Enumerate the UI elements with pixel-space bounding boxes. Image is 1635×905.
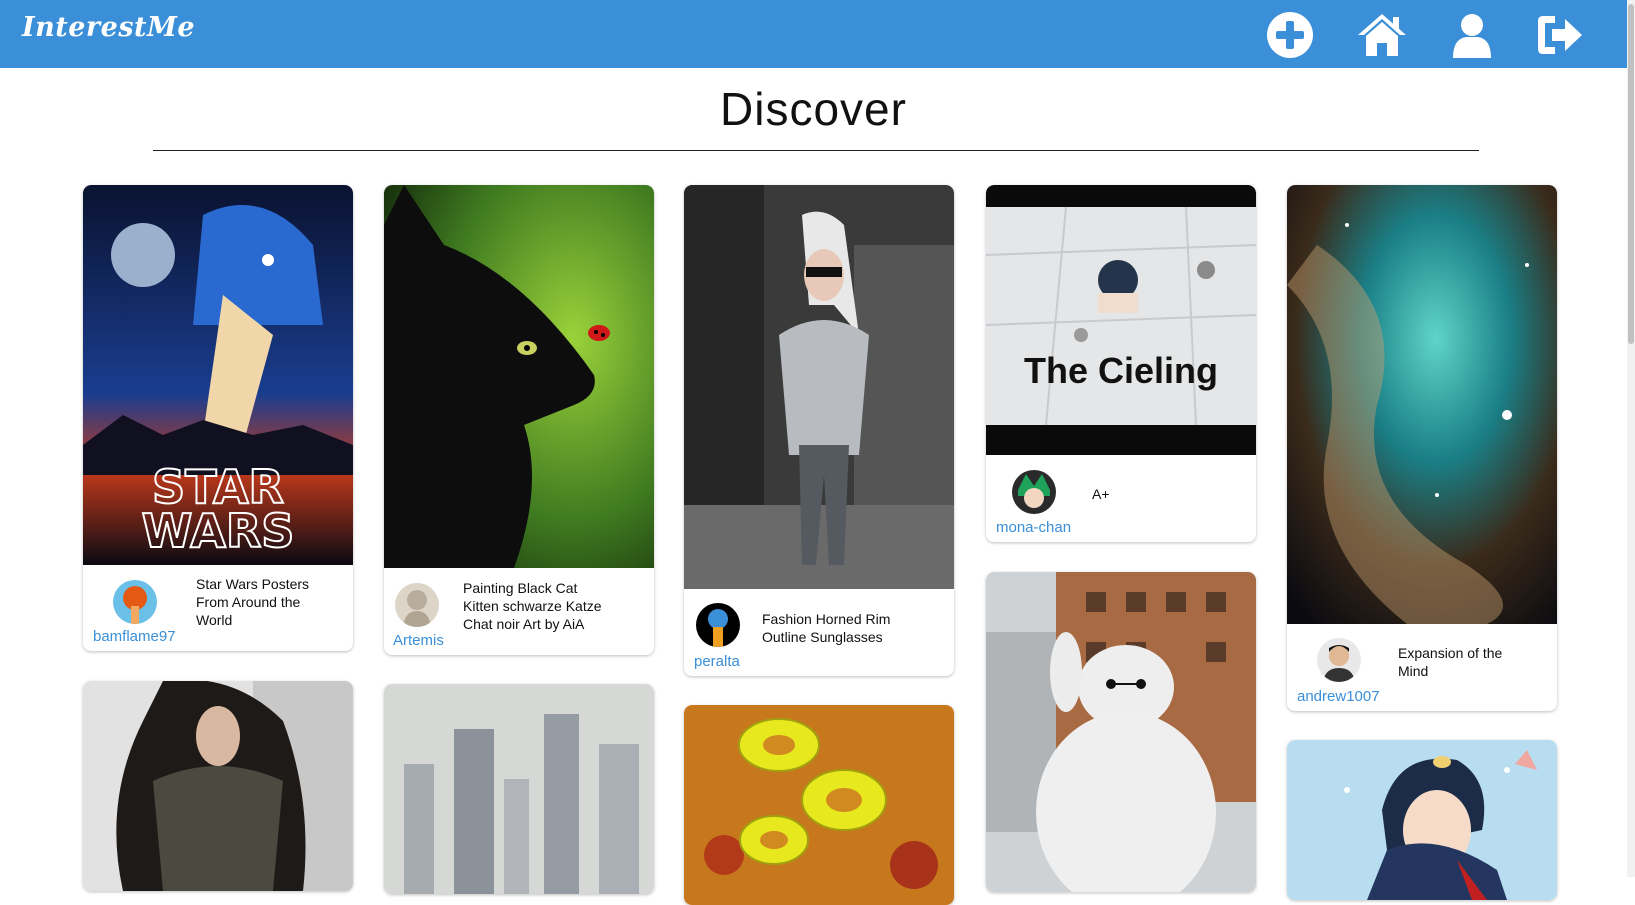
pin-caption: A+ [1092,486,1110,502]
title-divider [153,150,1479,151]
pin-caption: Fashion Horned Rim Outline Sunglasses [762,611,891,645]
page-title: Discover [720,83,907,135]
pin-card[interactable]: The Cieling A+ mona-chan [986,185,1256,542]
user-avatar[interactable] [395,583,439,627]
pin-image-woman-sunglasses-photo[interactable] [684,185,954,589]
pin-image-anime-boy[interactable] [1287,740,1557,900]
top-navbar: InterestMe [0,0,1627,68]
profile-icon[interactable] [1447,10,1497,60]
pin-card[interactable]: Expansion of the Mind andrew1007 [1287,185,1557,711]
pin-card[interactable]: Painting Black Cat Kitten schwarze Katze… [384,185,654,655]
pin-image-city-painting[interactable] [384,684,654,894]
pin-image-baymax-costume[interactable] [986,572,1256,892]
pin-caption: Expansion of the Mind [1398,645,1503,679]
pin-username[interactable]: peralta [694,653,740,670]
app-logo[interactable]: InterestMe [22,12,195,43]
pin-caption: Painting Black Cat Kitten schwarze Katze… [463,580,602,632]
pin-image-black-cat-painting[interactable] [384,185,654,568]
user-avatar[interactable] [1012,470,1056,514]
pin-image-star-wars-poster[interactable]: STAR WARS [83,185,353,565]
home-icon[interactable] [1357,10,1407,60]
user-avatar[interactable] [696,603,740,647]
pin-card[interactable]: Fashion Horned Rim Outline Sunglasses pe… [684,185,954,676]
user-avatar[interactable] [1317,638,1361,682]
pin-username[interactable]: Artemis [393,632,444,649]
pin-image-the-cieling[interactable]: The Cieling [986,185,1256,455]
pin-image-pepperoni-pizza[interactable] [684,705,954,905]
add-icon[interactable] [1265,10,1315,60]
pin-caption: Star Wars Posters From Around the World [196,576,310,628]
page-scrollbar[interactable] [1627,0,1635,877]
pin-image-woman-scarf-photo[interactable] [83,681,353,891]
pin-username[interactable]: mona-chan [996,519,1071,536]
user-avatar[interactable] [113,580,157,624]
pin-card[interactable]: STAR WARS Star Wars Posters From Around … [83,185,353,651]
pin-image-nebula[interactable] [1287,185,1557,624]
pin-card[interactable] [384,684,654,894]
svg-text:WARS: WARS [142,504,295,558]
logout-icon[interactable] [1535,10,1585,60]
scrollbar-thumb[interactable] [1628,4,1634,344]
pin-card[interactable] [83,681,353,891]
pin-username[interactable]: bamflame97 [93,628,176,645]
pin-card[interactable] [986,572,1256,892]
pin-card[interactable] [684,705,954,905]
pin-username[interactable]: andrew1007 [1297,688,1380,705]
pin-card[interactable] [1287,740,1557,900]
image-text-the-cieling: The Cieling [1024,350,1218,391]
